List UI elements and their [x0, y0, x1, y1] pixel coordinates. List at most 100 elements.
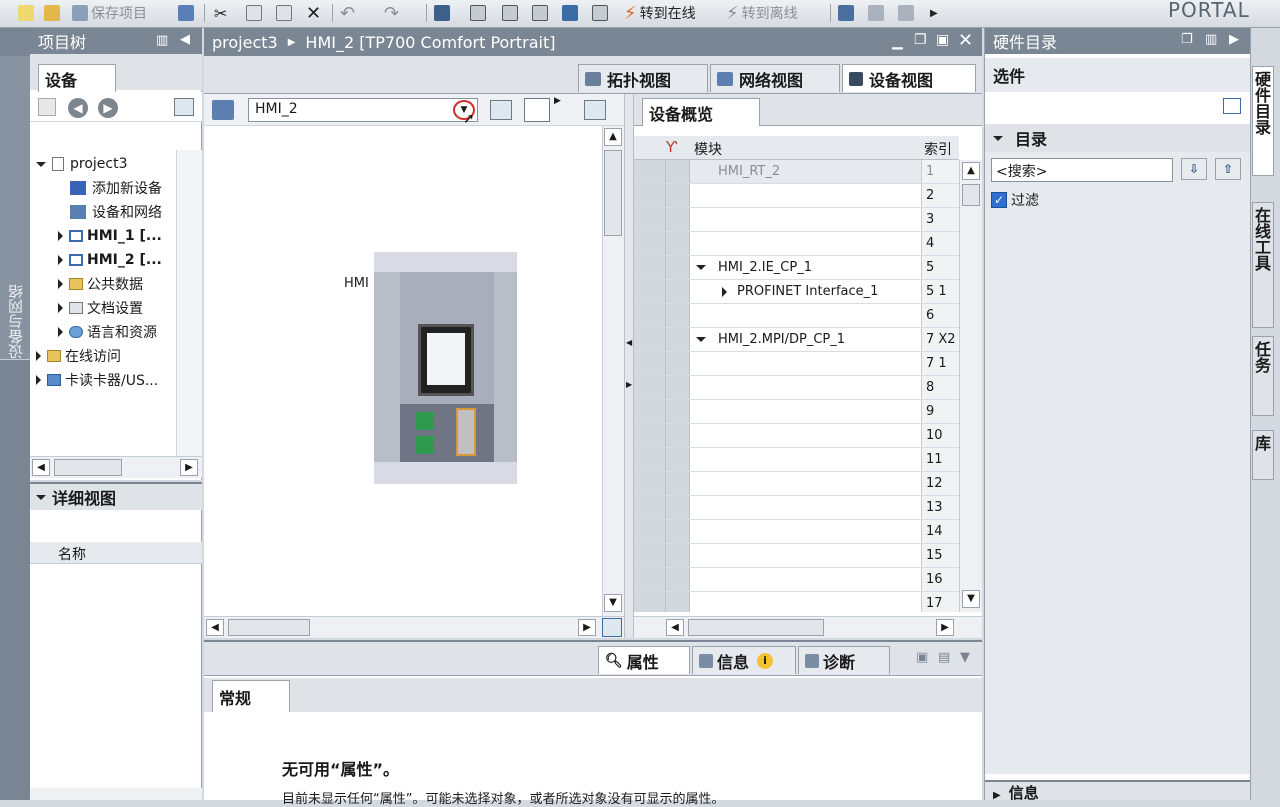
hmi-device-graphic[interactable] [374, 252, 517, 484]
download-device-icon[interactable] [470, 3, 486, 23]
checkbox-checked-icon[interactable]: ✓ [991, 192, 1007, 208]
search-down-icon[interactable]: ⇩ [1181, 158, 1207, 180]
scroll-down-icon[interactable]: ▼ [962, 590, 980, 608]
accessible-devices-icon[interactable] [838, 3, 854, 23]
minimize-icon[interactable]: ▁ [892, 34, 903, 50]
scroll-thumb[interactable] [604, 150, 622, 236]
tree-item-project3[interactable]: project3 [36, 152, 128, 176]
col-module[interactable]: 模块 [694, 139, 722, 159]
restore-icon[interactable]: ❐ [1181, 32, 1193, 47]
device-view-toolbar-icon[interactable] [212, 100, 234, 120]
search-up-icon[interactable]: ⇧ [1215, 158, 1241, 180]
vtab-tasks[interactable]: 任务 [1252, 336, 1274, 416]
collapse-icon[interactable] [696, 265, 706, 270]
simulation-icon[interactable] [562, 3, 578, 23]
scroll-thumb[interactable] [962, 184, 980, 206]
toolbar-more-icon[interactable]: ▶ [930, 3, 938, 23]
tab-devices[interactable]: 设备 [38, 64, 116, 92]
canvas-vscrollbar[interactable]: ▲ ▼ [602, 126, 624, 616]
go-offline-button[interactable]: ⚡ 转到离线 [726, 3, 798, 24]
canvas-hscrollbar[interactable]: ◀ ▶ [204, 616, 624, 638]
tab-properties[interactable]: 🔍︎ 属性 [598, 646, 690, 674]
redo-icon[interactable]: ↷ [384, 3, 399, 24]
scroll-down-icon[interactable]: ▼ [604, 594, 622, 612]
start-runtime-icon[interactable] [592, 3, 608, 23]
splitter-right-icon[interactable]: ▶ [626, 380, 632, 389]
table-row[interactable]: 16 [634, 568, 959, 592]
tab-device-overview[interactable]: 设备概览 [642, 98, 760, 126]
scroll-left-icon[interactable]: ◀ [206, 619, 224, 636]
tree-options-icon[interactable] [174, 98, 194, 116]
collapse-left-icon[interactable]: ◀ [180, 32, 190, 47]
table-row[interactable]: 7 1 [634, 352, 959, 376]
scroll-up-icon[interactable]: ▲ [962, 162, 980, 180]
scroll-left-icon[interactable]: ◀ [32, 459, 50, 476]
editor-splitter[interactable]: ◀ ▶ [624, 94, 634, 638]
table-row[interactable]: 4 [634, 232, 959, 256]
inspector-restore-icon[interactable]: ▣ [916, 650, 928, 665]
upload-icon[interactable] [532, 3, 548, 23]
compile-icon[interactable] [434, 3, 450, 23]
tab-diagnostics[interactable]: 诊断 [798, 646, 890, 674]
scroll-right-icon[interactable]: ▶ [936, 619, 954, 636]
table-row[interactable]: 6 [634, 304, 959, 328]
panel-layout-icon[interactable]: ▥ [1205, 32, 1217, 47]
collapse-icon[interactable] [696, 337, 706, 342]
breadcrumb-project[interactable]: project3 [212, 33, 278, 52]
open-project-icon[interactable] [44, 3, 60, 23]
restore-icon[interactable]: ❐ [914, 32, 927, 48]
vtab-libraries[interactable]: 库 [1252, 430, 1274, 480]
vtab-online-tools[interactable]: 在线工具 [1252, 202, 1274, 328]
table-row[interactable]: 17 [634, 592, 959, 612]
scroll-left-icon[interactable]: ◀ [666, 619, 684, 636]
catalog-search-input[interactable]: <搜索> [991, 158, 1173, 182]
tree-item-common-data[interactable]: 公共数据 [58, 272, 143, 296]
col-index[interactable]: 索引 [924, 139, 952, 159]
tree-item-online-access[interactable]: 在线访问 [36, 344, 121, 368]
new-folder-icon[interactable] [38, 98, 56, 116]
close-icon[interactable]: ✕ [958, 30, 973, 51]
table-row[interactable]: 2 [634, 184, 959, 208]
tab-device-view[interactable]: 设备视图 [842, 64, 976, 92]
new-project-icon[interactable] [18, 3, 34, 23]
table-row[interactable]: 14 [634, 520, 959, 544]
collapse-right-icon[interactable]: ▶ [1229, 32, 1239, 47]
breadcrumb-device[interactable]: HMI_2 [TP700 Comfort Portrait] [305, 33, 555, 52]
scroll-thumb[interactable] [54, 459, 122, 476]
save-project-button[interactable]: 保存项目 [72, 3, 147, 23]
cut-icon[interactable]: ✂ [214, 3, 227, 23]
tab-general[interactable]: 常规 [212, 680, 290, 712]
table-row[interactable]: 3 [634, 208, 959, 232]
download-icon[interactable] [502, 3, 518, 23]
catalog-section-header[interactable]: 目录 [985, 124, 1251, 152]
cross-reference-icon[interactable] [868, 3, 884, 23]
panel-layout-icon[interactable]: ▥ [156, 33, 168, 48]
tab-info[interactable]: 信息 i [692, 646, 796, 674]
delete-icon[interactable]: ✕ [306, 3, 321, 24]
copy-icon[interactable] [246, 3, 262, 23]
zoom-fit-icon[interactable] [490, 100, 512, 120]
tab-topology-view[interactable]: 拓扑视图 [578, 64, 708, 92]
tree-item-hmi1[interactable]: HMI_1 [... [58, 224, 162, 248]
table-row[interactable]: HMI_RT_2 1 [634, 160, 959, 184]
table-row[interactable]: 13 [634, 496, 959, 520]
split-editor-icon[interactable] [898, 3, 914, 23]
scroll-thumb[interactable] [688, 619, 824, 636]
paste-icon[interactable] [276, 3, 292, 23]
maximize-icon[interactable]: ▣ [936, 32, 949, 48]
options-panel-icon[interactable] [1223, 98, 1241, 114]
inspector-collapse-icon[interactable]: ▼ [960, 650, 970, 665]
overview-hscrollbar[interactable]: ◀ ▶ [634, 616, 982, 638]
scroll-up-icon[interactable]: ▲ [604, 128, 622, 146]
tree-hscrollbar[interactable]: ◀ ▶ [30, 456, 202, 478]
forward-icon[interactable]: ▶ [98, 98, 118, 118]
table-row[interactable]: HMI_2.MPI/DP_CP_1 7 X2 [634, 328, 959, 352]
tree-item-languages-resources[interactable]: 语言和资源 [58, 320, 157, 344]
devices-networks-vertical-tab[interactable]: 设备与网络 [0, 56, 30, 360]
go-online-button[interactable]: ⚡ 转到在线 [624, 3, 696, 24]
more-arrow-icon[interactable]: ▶ [554, 96, 561, 106]
tree-item-document-settings[interactable]: 文档设置 [58, 296, 143, 320]
table-row[interactable]: 8 [634, 376, 959, 400]
scroll-thumb[interactable] [228, 619, 310, 636]
expand-icon[interactable] [722, 286, 727, 297]
